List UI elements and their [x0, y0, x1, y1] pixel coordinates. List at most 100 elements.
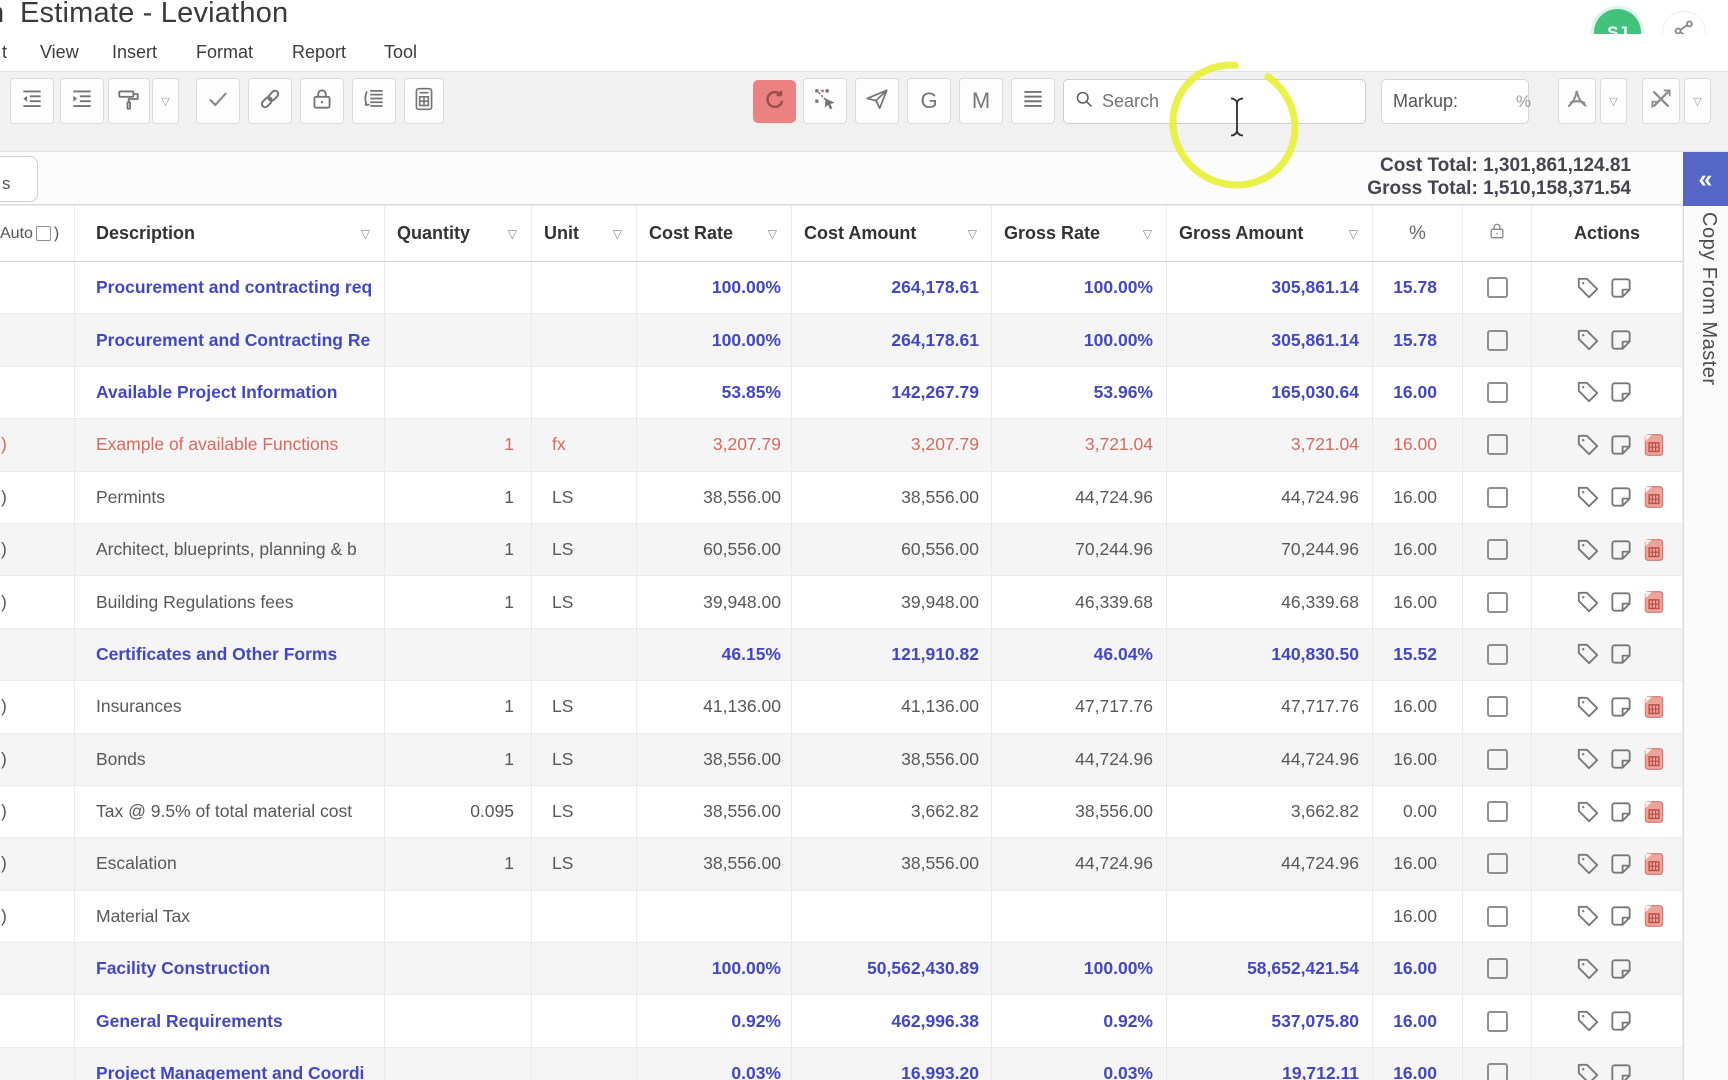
cutoff-button-fragment[interactable]: s: [0, 156, 38, 202]
menu-item-tool[interactable]: Tool: [384, 42, 417, 63]
note-icon[interactable]: [1608, 537, 1634, 563]
menu-item-view[interactable]: View: [40, 42, 79, 63]
table-row[interactable]: Project Management and Coordi0.03%16,993…: [0, 1048, 1683, 1080]
table-row[interactable]: )Insurances1LS41,136.0041,136.0047,717.7…: [0, 681, 1683, 733]
tag-icon[interactable]: [1575, 851, 1601, 877]
tag-icon[interactable]: [1575, 903, 1601, 929]
row-checkbox[interactable]: [1487, 487, 1508, 508]
table-row[interactable]: Procurement and Contracting Re100.00%264…: [0, 314, 1683, 366]
note-icon[interactable]: [1608, 589, 1634, 615]
outdent-button[interactable]: [10, 78, 54, 124]
table-row[interactable]: )Permints1LS38,556.0038,556.0044,724.964…: [0, 472, 1683, 524]
copy-rows-button[interactable]: [352, 78, 396, 124]
note-icon[interactable]: [1608, 432, 1634, 458]
pdf-export-button[interactable]: [1558, 78, 1596, 124]
row-checkbox[interactable]: [1487, 644, 1508, 665]
table-row[interactable]: )Material Tax16.00: [0, 891, 1683, 943]
table-row[interactable]: )Building Regulations fees1LS39,948.0039…: [0, 576, 1683, 628]
row-checkbox[interactable]: [1487, 277, 1508, 298]
tag-icon[interactable]: [1575, 327, 1601, 353]
menu-item-format[interactable]: Format: [196, 42, 253, 63]
tag-icon[interactable]: [1575, 799, 1601, 825]
excel-export-button[interactable]: [1642, 78, 1680, 124]
row-checkbox[interactable]: [1487, 1011, 1508, 1032]
note-icon[interactable]: [1608, 379, 1634, 405]
row-checkbox[interactable]: [1487, 696, 1508, 717]
row-checkbox[interactable]: [1487, 382, 1508, 403]
side-panel-collapse-button[interactable]: «: [1683, 152, 1728, 206]
format-paint-dropdown[interactable]: ▽: [152, 78, 179, 124]
tag-icon[interactable]: [1575, 379, 1601, 405]
table-row[interactable]: )Escalation1LS38,556.0038,556.0044,724.9…: [0, 838, 1683, 890]
tag-icon[interactable]: [1575, 641, 1601, 667]
tag-icon[interactable]: [1575, 589, 1601, 615]
pdf-export-dropdown[interactable]: ▽: [1600, 78, 1627, 124]
menu-lines-button[interactable]: [1011, 78, 1055, 124]
table-row[interactable]: )Architect, blueprints, planning & b1LS6…: [0, 524, 1683, 576]
format-paint-button[interactable]: [108, 78, 150, 124]
estimate-detail-icon[interactable]: [1641, 537, 1667, 563]
menu-item-edit[interactable]: t: [2, 42, 7, 63]
filter-icon[interactable]: ▽: [768, 227, 777, 241]
tag-icon[interactable]: [1575, 275, 1601, 301]
search-input[interactable]: [1102, 91, 1355, 112]
note-icon[interactable]: [1608, 275, 1634, 301]
excel-export-dropdown[interactable]: ▽: [1684, 78, 1711, 124]
estimate-detail-icon[interactable]: [1641, 589, 1667, 615]
g-button[interactable]: G: [907, 78, 951, 124]
lock-button[interactable]: [300, 78, 344, 124]
node-select-button[interactable]: [803, 78, 847, 124]
tag-icon[interactable]: [1575, 956, 1601, 982]
table-row[interactable]: )Tax @ 9.5% of total material cost0.095L…: [0, 786, 1683, 838]
row-checkbox[interactable]: [1487, 749, 1508, 770]
note-icon[interactable]: [1608, 327, 1634, 353]
send-plane-button[interactable]: [855, 78, 899, 124]
note-icon[interactable]: [1608, 1061, 1634, 1080]
filter-icon[interactable]: ▽: [508, 227, 517, 241]
copy-from-master-tab[interactable]: Copy From Master: [1697, 212, 1720, 386]
tag-icon[interactable]: [1575, 1061, 1601, 1080]
menu-item-report[interactable]: Report: [292, 42, 346, 63]
tag-icon[interactable]: [1575, 1008, 1601, 1034]
link-button[interactable]: [248, 78, 292, 124]
table-row[interactable]: Procurement and contracting req100.00%26…: [0, 262, 1683, 314]
confirm-button[interactable]: [196, 78, 240, 124]
note-icon[interactable]: [1608, 903, 1634, 929]
filter-icon[interactable]: ▽: [361, 227, 370, 241]
filter-icon[interactable]: ▽: [613, 227, 622, 241]
estimate-detail-icon[interactable]: [1641, 746, 1667, 772]
note-icon[interactable]: [1608, 694, 1634, 720]
tag-icon[interactable]: [1575, 432, 1601, 458]
table-row[interactable]: Certificates and Other Forms46.15%121,91…: [0, 629, 1683, 681]
markup-input[interactable]: [1458, 92, 1516, 112]
table-row[interactable]: )Bonds1LS38,556.0038,556.0044,724.9644,7…: [0, 734, 1683, 786]
tag-icon[interactable]: [1575, 484, 1601, 510]
table-row[interactable]: General Requirements0.92%462,996.380.92%…: [0, 995, 1683, 1047]
note-icon[interactable]: [1608, 956, 1634, 982]
row-checkbox[interactable]: [1487, 853, 1508, 874]
tag-icon[interactable]: [1575, 746, 1601, 772]
m-button[interactable]: M: [959, 78, 1003, 124]
row-checkbox[interactable]: [1487, 801, 1508, 822]
note-icon[interactable]: [1608, 799, 1634, 825]
table-row[interactable]: Available Project Information53.85%142,2…: [0, 367, 1683, 419]
note-icon[interactable]: [1608, 484, 1634, 510]
row-checkbox[interactable]: [1487, 1063, 1508, 1080]
row-checkbox[interactable]: [1487, 330, 1508, 351]
tag-icon[interactable]: [1575, 694, 1601, 720]
row-checkbox[interactable]: [1487, 592, 1508, 613]
estimate-detail-icon[interactable]: [1641, 694, 1667, 720]
filter-icon[interactable]: ▽: [1143, 227, 1152, 241]
filter-icon[interactable]: ▽: [968, 227, 977, 241]
menu-item-insert[interactable]: Insert: [112, 42, 157, 63]
note-icon[interactable]: [1608, 641, 1634, 667]
row-checkbox[interactable]: [1487, 434, 1508, 455]
refresh-button[interactable]: [753, 80, 796, 123]
tag-icon[interactable]: [1575, 537, 1601, 563]
note-icon[interactable]: [1608, 746, 1634, 772]
document-calc-button[interactable]: [404, 78, 444, 124]
estimate-detail-icon[interactable]: [1641, 903, 1667, 929]
estimate-detail-icon[interactable]: [1641, 432, 1667, 458]
estimate-detail-icon[interactable]: [1641, 799, 1667, 825]
table-row[interactable]: )Example of available Functions1fx3,207.…: [0, 419, 1683, 471]
